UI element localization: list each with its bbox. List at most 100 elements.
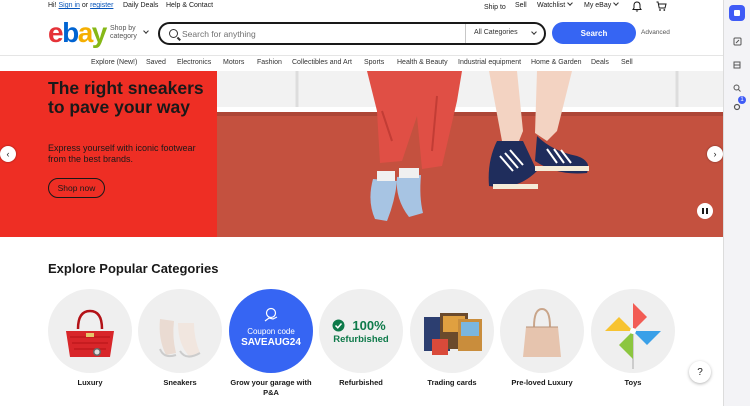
daily-deals-link[interactable]: Daily Deals <box>123 2 158 9</box>
hero-title: The right sneakers to pave your way <box>48 78 204 117</box>
cart-icon[interactable] <box>656 1 667 14</box>
chevron-right-icon: › <box>713 149 717 159</box>
coupon-code: SAVEAUG24 <box>241 337 301 348</box>
register-link[interactable]: register <box>90 2 113 9</box>
notification-badge: 1 <box>738 96 746 104</box>
category-select-value: All Categories <box>474 29 518 36</box>
ship-to-button[interactable]: Ship to <box>484 4 506 11</box>
sneakers-photo <box>217 71 723 237</box>
nav-item-saved[interactable]: Saved <box>146 59 166 66</box>
hero-text-panel: The right sneakers to pave your way Expr… <box>0 71 217 237</box>
hero-image <box>217 71 723 237</box>
ebay-logo[interactable]: ebay <box>48 17 108 48</box>
search-input[interactable] <box>182 26 460 41</box>
category-image <box>48 289 132 373</box>
category-label: Luxury <box>77 378 103 387</box>
category-parts-accessories[interactable]: Coupon code SAVEAUG24 Grow your garage w… <box>229 289 313 398</box>
advanced-search-link[interactable]: Advanced <box>641 29 670 36</box>
category-preloved-luxury[interactable]: Pre-loved Luxury <box>500 289 584 388</box>
refurb-badge-label: Refurbished <box>333 334 389 345</box>
chevron-down-icon <box>143 28 149 34</box>
greeting: Hi! Sign in or register <box>48 2 113 9</box>
my-ebay-menu[interactable]: My eBay <box>584 0 620 9</box>
nav-item-collectibles[interactable]: Collectibles and Art <box>292 59 352 66</box>
carousel-pause-button[interactable] <box>697 203 713 219</box>
shop-now-button[interactable]: Shop now <box>48 178 105 198</box>
chevron-down-icon <box>531 29 537 35</box>
shop-by-category-button[interactable]: Shop by category <box>110 25 137 41</box>
category-image <box>410 289 494 373</box>
trading-cards-image <box>424 313 482 355</box>
logo-letter-a: a <box>77 17 94 48</box>
nav-item-home-garden[interactable]: Home & Garden <box>531 59 582 66</box>
category-sneakers[interactable]: Sneakers <box>138 289 222 388</box>
category-label: Trading cards <box>427 378 477 387</box>
category-image <box>591 289 675 373</box>
extension-icon[interactable] <box>729 5 745 21</box>
nav-item-industrial[interactable]: Industrial equipment <box>458 59 521 66</box>
logo-letter-y: y <box>91 17 108 48</box>
chevron-down-icon <box>613 0 620 6</box>
sneakers-image <box>159 319 201 358</box>
carousel-prev-button[interactable]: ‹ <box>0 146 16 162</box>
category-luxury[interactable]: Luxury <box>48 289 132 388</box>
logo-letter-e: e <box>48 17 64 48</box>
chevron-down-icon <box>567 0 573 6</box>
category-refurbished[interactable]: 100% Refurbished Refurbished <box>319 289 403 388</box>
or-text: or <box>81 2 89 9</box>
refurb-percent: 100% <box>352 318 386 333</box>
preloved-bag-image <box>523 307 561 357</box>
settings-icon[interactable]: 1 <box>729 96 746 115</box>
categories-title: Explore Popular Categories <box>48 261 219 276</box>
help-contact-link[interactable]: Help & Contact <box>166 2 213 9</box>
category-nav: Explore (New!) Saved Electronics Motors … <box>0 55 723 70</box>
greeting-text: Hi! <box>48 2 57 9</box>
search-icon[interactable] <box>729 80 745 96</box>
my-ebay-label: My eBay <box>584 2 612 9</box>
search-button[interactable]: Search <box>552 22 636 44</box>
ebay-page: Hi! Sign in or register Daily Deals Help… <box>0 0 723 406</box>
search-icon <box>169 29 178 38</box>
sign-in-link[interactable]: Sign in <box>59 2 80 9</box>
carousel-next-button[interactable]: › <box>707 146 723 162</box>
nav-item-motors[interactable]: Motors <box>223 59 244 66</box>
coupon-badge: Coupon code SAVEAUG24 <box>229 289 313 373</box>
category-label: Toys <box>624 378 642 387</box>
coupon-line-1: Coupon code <box>247 327 295 336</box>
category-label: Sneakers <box>163 378 197 387</box>
category-image: 100% Refurbished <box>319 289 403 373</box>
bell-icon[interactable] <box>632 1 642 14</box>
category-label: Refurbished <box>339 378 383 387</box>
coupon-tag-icon <box>264 307 278 322</box>
hero-subtitle: Express yourself with iconic footwear fr… <box>48 143 196 164</box>
hero-banner: The right sneakers to pave your way Expr… <box>0 71 723 237</box>
chevron-left-icon: ‹ <box>6 149 10 159</box>
watchlist-label: Watchlist <box>537 2 566 9</box>
sell-link[interactable]: Sell <box>515 2 527 9</box>
pinwheel-toy-image <box>605 303 661 369</box>
category-toys[interactable]: Toys <box>591 289 675 388</box>
category-image <box>138 289 222 373</box>
search-bar: All Categories <box>158 22 546 45</box>
help-button[interactable]: ? <box>689 361 711 383</box>
luxury-handbag-image <box>66 309 114 357</box>
shop-by-label: Shop by <box>110 25 136 32</box>
nav-item-deals[interactable]: Deals <box>591 59 609 66</box>
nav-item-fashion[interactable]: Fashion <box>257 59 282 66</box>
category-select[interactable]: All Categories <box>465 24 546 43</box>
category-trading-cards[interactable]: Trading cards <box>410 289 494 388</box>
category-label: Pre-loved Luxury <box>511 378 573 387</box>
edit-icon[interactable] <box>729 33 745 49</box>
category-label: category <box>110 33 137 40</box>
nav-item-sports[interactable]: Sports <box>364 59 384 66</box>
logo-letter-b: b <box>62 17 79 48</box>
category-label: Grow your garage with P&A <box>230 378 312 397</box>
browser-side-panel: 1 <box>723 0 750 406</box>
nav-item-electronics[interactable]: Electronics <box>177 59 211 66</box>
watchlist-menu[interactable]: Watchlist <box>537 0 573 9</box>
top-bar: Hi! Sign in or register Daily Deals Help… <box>0 0 723 14</box>
nav-item-sell[interactable]: Sell <box>621 59 633 66</box>
nav-item-health-beauty[interactable]: Health & Beauty <box>397 59 448 66</box>
layout-icon[interactable] <box>729 57 745 73</box>
nav-item-explore[interactable]: Explore (New!) <box>91 59 137 66</box>
